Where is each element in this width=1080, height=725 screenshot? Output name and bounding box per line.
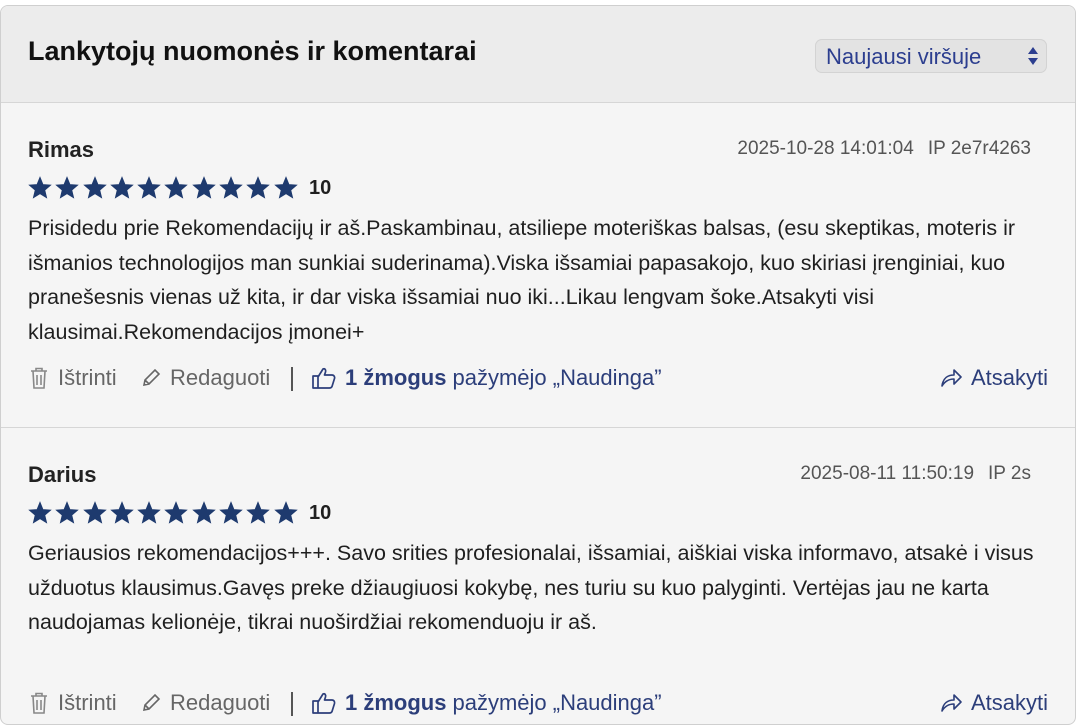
select-arrows-icon — [1027, 45, 1039, 67]
comment-item: Darius 2025-08-11 11:50:19 IP 2s 10 Geria… — [1, 428, 1075, 724]
star-icon — [192, 501, 219, 525]
rating-stars — [28, 501, 301, 525]
useful-count: 1 žmogus — [345, 365, 447, 390]
star-icon — [110, 176, 137, 200]
thumbs-up-icon — [312, 367, 336, 389]
star-icon — [28, 176, 55, 200]
comments-panel: Lankytojų nuomonės ir komentarai Naujaus… — [0, 5, 1076, 725]
reply-label: Atsakyti — [970, 690, 1048, 715]
useful-button[interactable]: 1 žmogus pažymėjo „Naudinga” — [311, 690, 662, 716]
star-icon — [137, 501, 164, 525]
edit-label: Redaguoti — [170, 690, 271, 715]
useful-label: pažymėjo „Naudinga” — [452, 690, 662, 715]
star-icon — [164, 501, 191, 525]
delete-label: Ištrinti — [58, 690, 117, 715]
star-icon — [55, 501, 82, 525]
sort-select-value: Naujausi viršuje — [826, 44, 982, 69]
star-icon — [164, 176, 191, 200]
comment-date: 2025-10-28 14:01:04 — [737, 138, 914, 159]
star-icon — [273, 501, 301, 525]
comment-text: Geriausios rekomendacijos+++. Savo sriti… — [28, 541, 1034, 634]
comment-meta: 2025-08-11 11:50:19 IP 2s — [800, 463, 1031, 485]
comment-date: 2025-08-11 11:50:19 — [800, 463, 975, 484]
rating-stars — [28, 176, 301, 200]
sort-select[interactable]: Naujausi viršuje — [815, 39, 1047, 73]
comment-item: Rimas 2025-10-28 14:01:04 IP 2e7r4263 10 … — [1, 103, 1075, 428]
actions-divider — [291, 367, 293, 391]
star-icon — [219, 176, 246, 200]
comment-text: Prisidedu prie Rekomendacijų ir aš.Paska… — [28, 216, 1016, 344]
star-icon — [82, 501, 110, 525]
edit-label: Redaguoti — [170, 365, 271, 390]
actions-divider — [291, 692, 293, 716]
comment-meta: 2025-10-28 14:01:04 IP 2e7r4263 — [737, 138, 1031, 160]
useful-button[interactable]: 1 žmogus pažymėjo „Naudinga” — [311, 365, 662, 391]
comment-rating: 10 — [28, 500, 331, 526]
delete-button[interactable]: Ištrinti — [28, 365, 117, 391]
comment-rating: 10 — [28, 175, 331, 201]
thumbs-up-icon — [312, 692, 336, 714]
trash-icon — [31, 367, 47, 389]
comment-ip: IP 2s — [988, 463, 1031, 484]
comment-author: Darius — [28, 462, 97, 487]
star-icon — [110, 501, 137, 525]
edit-button[interactable]: Redaguoti — [140, 690, 270, 716]
star-icon — [273, 176, 301, 200]
star-icon — [246, 501, 273, 525]
star-icon — [246, 176, 273, 200]
delete-button[interactable]: Ištrinti — [28, 690, 117, 716]
star-icon — [28, 501, 55, 525]
comment-ip: IP 2e7r4263 — [927, 138, 1031, 159]
comment-actions: Ištrinti Redaguoti 1 žmogus pažymėjo „Na… — [28, 365, 1048, 395]
pencil-icon — [142, 693, 161, 712]
reply-label: Atsakyti — [970, 365, 1048, 390]
comment-author: Rimas — [28, 137, 95, 162]
reply-arrow-icon — [941, 694, 962, 712]
pencil-icon — [142, 368, 161, 387]
star-icon — [137, 176, 164, 200]
star-icon — [192, 176, 219, 200]
reply-arrow-icon — [941, 369, 962, 387]
star-icon — [219, 501, 246, 525]
trash-icon — [31, 692, 47, 714]
section-title: Lankytojų nuomonės ir komentarai — [28, 36, 477, 66]
useful-label: pažymėjo „Naudinga” — [452, 365, 662, 390]
rating-score: 10 — [308, 501, 332, 524]
delete-label: Ištrinti — [58, 365, 117, 390]
edit-button[interactable]: Redaguoti — [140, 365, 270, 391]
comment-actions: Ištrinti Redaguoti 1 žmogus pažymėjo „Na… — [28, 690, 1048, 720]
reply-button[interactable]: Atsakyti — [939, 365, 1048, 391]
star-icon — [82, 176, 110, 200]
star-icon — [55, 176, 82, 200]
comments-header: Lankytojų nuomonės ir komentarai Naujaus… — [1, 6, 1075, 103]
rating-score: 10 — [308, 176, 332, 199]
useful-count: 1 žmogus — [345, 690, 447, 715]
reply-button[interactable]: Atsakyti — [939, 690, 1048, 716]
